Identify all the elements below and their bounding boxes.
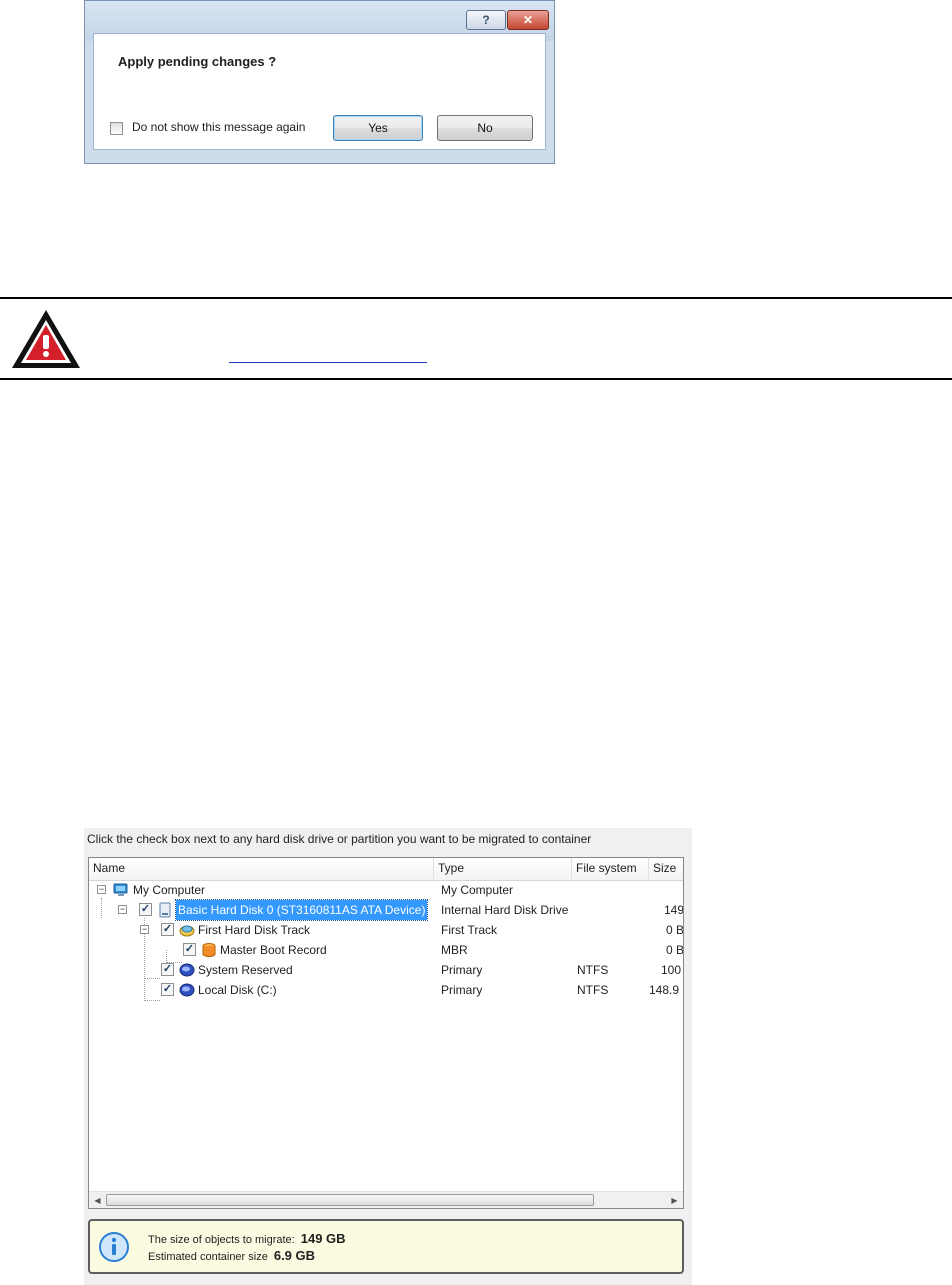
row-type: My Computer [441, 883, 514, 897]
row-file-system: NTFS [577, 963, 609, 977]
horizontal-scrollbar[interactable]: ◀ ▶ [89, 1191, 683, 1208]
row-name: My Computer [133, 883, 206, 897]
info-icon [99, 1232, 129, 1262]
row-size: 0 B [666, 943, 684, 957]
database-icon [202, 943, 216, 957]
do-not-show-label[interactable]: Do not show this message again [132, 120, 305, 134]
column-header-name[interactable]: Name [89, 858, 434, 879]
no-button[interactable]: No [437, 115, 533, 141]
do-not-show-checkbox[interactable] [110, 122, 123, 135]
tree-line [144, 1000, 160, 1002]
tree-row-basic-hard-disk[interactable]: − ✓ Basic Hard Disk 0 (ST3160811AS ATA D… [89, 899, 684, 921]
partition-tree-list[interactable]: Name Type File system Size − My Computer… [88, 857, 684, 1209]
partition-icon [179, 983, 195, 997]
tree-row-local-disk-c[interactable]: ✓ Local Disk (C:) Primary NTFS 148.9 [89, 980, 683, 1000]
row-size: 148.9 [649, 983, 680, 997]
migrate-size-line: The size of objects to migrate: 149 GB [148, 1231, 346, 1246]
row-size: 149 [664, 903, 684, 917]
row-type: First Track [441, 923, 497, 937]
warning-bottom-rule [0, 378, 952, 380]
dialog-message: Apply pending changes ? [118, 54, 277, 69]
warning-link[interactable] [229, 362, 427, 363]
row-checkbox[interactable]: ✓ [183, 943, 196, 956]
collapse-icon[interactable]: − [118, 905, 127, 914]
row-name: System Reserved [198, 963, 293, 977]
warning-top-rule [0, 297, 952, 299]
close-icon: ✕ [522, 13, 534, 27]
dialog-body: Apply pending changes ? Do not show this… [93, 33, 546, 150]
apply-changes-dialog: ? ✕ Apply pending changes ? Do not show … [84, 0, 555, 164]
migration-panel: Click the check box next to any hard dis… [84, 828, 692, 1285]
row-checkbox[interactable]: ✓ [161, 923, 174, 936]
help-icon: ? [482, 13, 490, 27]
tree-row-my-computer[interactable]: − My Computer My Computer [89, 880, 683, 900]
row-type: Primary [441, 963, 483, 977]
row-checkbox[interactable]: ✓ [139, 903, 152, 916]
row-name: Local Disk (C:) [198, 983, 277, 997]
migration-info-box: The size of objects to migrate: 149 GB Es… [88, 1219, 684, 1274]
list-header: Name Type File system Size [89, 858, 683, 881]
container-size-value: 6.9 GB [273, 1248, 316, 1263]
row-checkbox[interactable]: ✓ [161, 983, 174, 996]
row-size: 100 [661, 963, 682, 977]
close-button[interactable]: ✕ [507, 10, 549, 30]
row-file-system: NTFS [577, 983, 609, 997]
help-button[interactable]: ? [466, 10, 506, 30]
container-size-label: Estimated container size [148, 1251, 268, 1263]
warning-triangle-icon [12, 310, 80, 368]
tree-row-master-boot-record[interactable]: ✓ Master Boot Record MBR 0 B [89, 940, 684, 960]
collapse-icon[interactable]: − [97, 885, 106, 894]
row-type: Internal Hard Disk Drive [441, 903, 569, 917]
computer-icon [113, 883, 128, 896]
partition-icon [179, 963, 195, 977]
migrate-size-value: 149 GB [300, 1231, 346, 1246]
container-size-line: Estimated container size 6.9 GB [148, 1248, 315, 1263]
scroll-left-icon[interactable]: ◀ [89, 1192, 106, 1208]
row-type: Primary [441, 983, 483, 997]
scrollbar-thumb[interactable] [106, 1194, 594, 1206]
scroll-right-icon[interactable]: ▶ [666, 1192, 683, 1208]
column-header-type[interactable]: Type [434, 858, 572, 879]
tree-row-first-track[interactable]: − ✓ First Hard Disk Track First Track 0 … [89, 920, 684, 940]
migration-caption: Click the check box next to any hard dis… [87, 832, 592, 846]
row-name: First Hard Disk Track [198, 923, 311, 937]
migrate-size-label: The size of objects to migrate: [148, 1234, 295, 1246]
row-name: Master Boot Record [220, 943, 327, 957]
tree-row-system-reserved[interactable]: ✓ System Reserved Primary NTFS 100 [89, 960, 683, 980]
row-name: Basic Hard Disk 0 (ST3160811AS ATA Devic… [174, 899, 429, 921]
row-type: MBR [441, 943, 468, 957]
hard-disk-icon [159, 902, 171, 918]
column-header-size[interactable]: Size [649, 858, 683, 879]
row-size: 0 B [666, 923, 684, 937]
disk-track-icon [179, 925, 195, 937]
row-checkbox[interactable]: ✓ [161, 963, 174, 976]
column-header-file-system[interactable]: File system [572, 858, 649, 879]
collapse-icon[interactable]: − [140, 925, 149, 934]
yes-button[interactable]: Yes [333, 115, 423, 141]
